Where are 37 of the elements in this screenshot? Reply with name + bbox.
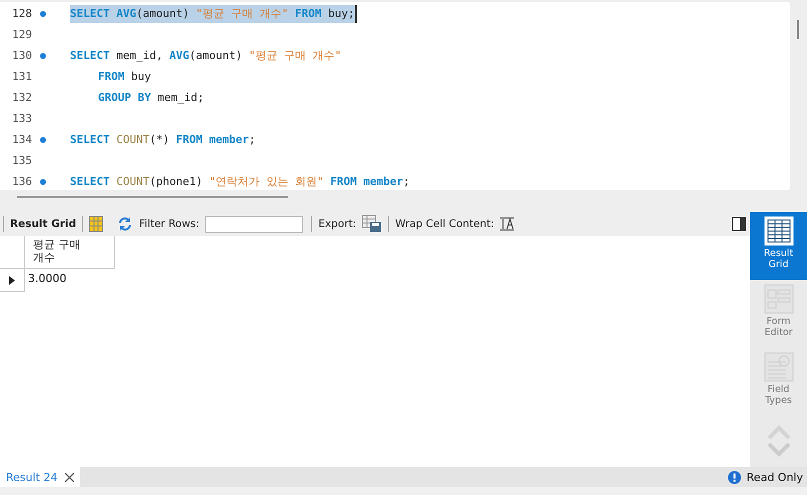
line-number: 128: [11, 7, 32, 20]
side-tab[interactable]: Result Grid: [750, 212, 807, 280]
result-grid-label: Result Grid: [10, 218, 76, 230]
grid-icon: [764, 216, 794, 246]
line-number: 132: [11, 91, 32, 104]
splitter-handle[interactable]: [17, 196, 288, 198]
filter-rows-label: Filter Rows:: [139, 218, 200, 230]
line-number: 136: [11, 175, 32, 188]
result-tab[interactable]: Result 24: [0, 467, 80, 487]
wrap-cell-content-label: Wrap Cell Content:: [395, 218, 494, 230]
info-icon: [728, 470, 741, 484]
line-number: 134: [11, 133, 32, 146]
line-number: 135: [11, 154, 32, 167]
line-number: 133: [11, 112, 32, 125]
export-icon[interactable]: [362, 215, 382, 233]
form-icon: [764, 284, 794, 314]
code-line: FROM buy: [98, 68, 151, 84]
export-label: Export:: [318, 218, 356, 230]
wrap-text-icon[interactable]: [500, 217, 514, 231]
table-cell-text: 3.0000: [27, 271, 68, 287]
scrollbar-thumb[interactable]: [797, 20, 799, 39]
filter-rows-field[interactable]: [205, 216, 304, 232]
line-number: 129: [11, 28, 32, 41]
read-only-status: Read Only: [746, 470, 803, 484]
code-line: SELECT COUNT(phone1) "연락처가 있는 회원" FROM member;: [70, 174, 410, 190]
column-header[interactable]: 평균 구매 개수: [25, 236, 115, 269]
refresh-icon[interactable]: [117, 216, 134, 232]
panel-toggle-icon[interactable]: [732, 217, 746, 231]
code-line: SELECT mem_id, AVG(amount) "평균 구매 개수": [70, 48, 342, 64]
line-number: 130: [11, 49, 32, 62]
code-line: GROUP BY mem_id;: [98, 90, 204, 106]
code-line: SELECT COUNT(*) FROM member;: [70, 132, 256, 148]
close-icon[interactable]: [65, 472, 74, 482]
code-editor[interactable]: [0, 2, 790, 190]
line-number: 131: [11, 70, 32, 83]
table-search-icon: [764, 352, 794, 382]
columns-icon[interactable]: [89, 216, 104, 232]
